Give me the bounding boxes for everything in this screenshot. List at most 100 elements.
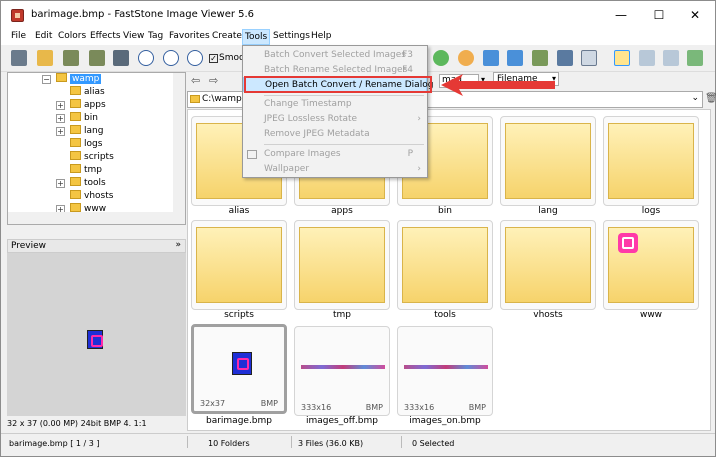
menu-separator <box>264 144 424 145</box>
folder-icon <box>505 123 591 199</box>
slideshow-icon[interactable] <box>532 50 548 66</box>
chevron-down-icon[interactable]: ⌄ <box>691 93 699 103</box>
folder-icon <box>70 99 81 108</box>
trash-icon[interactable]: 🗑 <box>705 93 716 104</box>
menu-item-label: JPEG Lossless Rotate <box>264 114 358 124</box>
tree-item-apps[interactable]: apps <box>70 99 106 112</box>
email-icon[interactable] <box>557 50 573 66</box>
menu-edit[interactable]: Edit <box>35 31 52 41</box>
thumbnail-label: images_on.bmp <box>409 416 481 426</box>
tree-item-wamp[interactable]: wamp <box>56 73 102 86</box>
smooth-label: Smoo <box>219 53 245 63</box>
checkmark-icon: ✓ <box>209 54 218 63</box>
menu-item-jpeg-lossless-rotate[interactable]: JPEG Lossless Rotate › <box>243 112 427 127</box>
tree-item-vhosts[interactable]: vhosts <box>70 190 113 203</box>
tree-item-label: vhosts <box>84 191 114 201</box>
folder-thumbnail[interactable] <box>603 116 699 206</box>
details-view-icon[interactable] <box>639 50 655 66</box>
print-icon[interactable] <box>581 50 597 66</box>
thumbnail-label: tools <box>434 310 456 320</box>
close-button[interactable]: ✕ <box>673 1 716 29</box>
tree-item-label: tmp <box>84 165 103 175</box>
folder-icon <box>56 73 67 82</box>
save-icon[interactable] <box>63 50 79 66</box>
folder-thumbnail[interactable] <box>603 220 699 310</box>
folder-icon <box>190 95 200 103</box>
tree-item-label: tools <box>84 178 106 188</box>
thumbnail-label: barimage.bmp <box>205 416 272 426</box>
folder-thumbnail[interactable] <box>500 116 596 206</box>
menu-view[interactable]: View <box>123 31 144 41</box>
folder-icon <box>299 227 385 303</box>
zoom-out-icon[interactable] <box>163 50 179 66</box>
back-arrow-icon[interactable]: ⇦ <box>191 74 200 87</box>
tree-item-lang[interactable]: lang <box>70 125 103 138</box>
tree-item-scripts[interactable]: scripts <box>70 151 114 164</box>
collapse-preview-icon[interactable]: » <box>175 240 181 250</box>
tree-item-tools[interactable]: tools <box>70 177 106 190</box>
folder-thumbnail[interactable] <box>191 220 287 310</box>
thumbnail-label: vhosts <box>533 310 563 320</box>
menu-tag[interactable]: Tag <box>148 31 163 41</box>
tree-item-logs[interactable]: logs <box>70 138 102 151</box>
forward-arrow-icon[interactable]: ⇨ <box>209 74 218 87</box>
menu-settings[interactable]: Settings <box>273 31 310 41</box>
tree-vertical-scrollbar[interactable] <box>173 73 185 214</box>
collapse-wamp-icon[interactable]: − <box>42 75 51 84</box>
menu-file[interactable]: File <box>11 31 26 41</box>
menu-item-compare-images[interactable]: Compare Images P <box>243 147 427 162</box>
thumbnail-label: alias <box>228 206 250 216</box>
tree-item-label: wamp <box>70 74 102 84</box>
menu-colors[interactable]: Colors <box>58 31 86 41</box>
folder-icon <box>70 151 81 160</box>
folder-icon <box>70 164 81 173</box>
menu-item-wallpaper[interactable]: Wallpaper › <box>243 162 427 177</box>
image-thumbnail[interactable]: 333x16 BMP <box>397 326 493 416</box>
tree-item-bin[interactable]: bin <box>70 112 98 125</box>
menu-item-change-timestamp[interactable]: Change Timestamp <box>243 97 427 112</box>
rotate-right-icon[interactable] <box>507 50 523 66</box>
image-format: BMP <box>260 399 278 408</box>
settings-gear-icon[interactable] <box>458 50 474 66</box>
status-divider <box>187 436 188 448</box>
rotate-left-icon[interactable] <box>483 50 499 66</box>
menu-effects[interactable]: Effects <box>90 31 121 41</box>
menu-create[interactable]: Create <box>212 31 242 41</box>
fullscreen-icon[interactable] <box>113 50 129 66</box>
tree-horizontal-scrollbar[interactable] <box>8 212 185 224</box>
menu-item-remove-jpeg-metadata[interactable]: Remove JPEG Metadata <box>243 127 427 142</box>
folder-thumbnail[interactable] <box>500 220 596 310</box>
menu-favorites[interactable]: Favorites <box>169 31 210 41</box>
person-icon[interactable] <box>433 50 449 66</box>
tree-item-alias[interactable]: alias <box>70 86 105 99</box>
expand-icon[interactable]: + <box>56 114 65 123</box>
zoom-in-icon[interactable] <box>138 50 154 66</box>
smooth-checkbox[interactable]: ✓ Smoo <box>209 53 245 63</box>
preview-pane <box>7 253 186 416</box>
thumbnail-view-icon[interactable] <box>614 50 630 66</box>
expand-icon[interactable]: + <box>56 179 65 188</box>
open-folder-icon[interactable] <box>37 50 53 66</box>
grid-view-icon[interactable] <box>687 50 703 66</box>
image-format: BMP <box>365 403 383 412</box>
thumbnail-label: apps <box>331 206 353 216</box>
menu-item-shortcut: F3 <box>402 50 413 60</box>
folder-thumbnail[interactable] <box>294 220 390 310</box>
menu-help[interactable]: Help <box>311 31 332 41</box>
save-as-icon[interactable] <box>89 50 105 66</box>
status-bar: barimage.bmp [ 1 / 3 ] 10 Folders 3 File… <box>1 433 715 456</box>
image-thumbnail-selected[interactable]: 32x37 BMP <box>191 324 287 414</box>
menu-tools[interactable]: Tools <box>242 29 271 45</box>
image-thumbnail[interactable]: 333x16 BMP <box>294 326 390 416</box>
list-view-icon[interactable] <box>663 50 679 66</box>
tree-item-tmp[interactable]: tmp <box>70 164 102 177</box>
menu-item-batch-convert[interactable]: Batch Convert Selected Images F3 <box>243 48 427 63</box>
compare-icon <box>247 150 257 159</box>
folder-thumbnail[interactable] <box>397 220 493 310</box>
status-files: 3 Files (36.0 KB) <box>298 439 364 448</box>
actual-size-icon[interactable] <box>187 50 203 66</box>
expand-icon[interactable]: + <box>56 101 65 110</box>
camera-icon[interactable] <box>11 50 27 66</box>
menu-item-label: Change Timestamp <box>264 99 352 109</box>
expand-icon[interactable]: + <box>56 127 65 136</box>
